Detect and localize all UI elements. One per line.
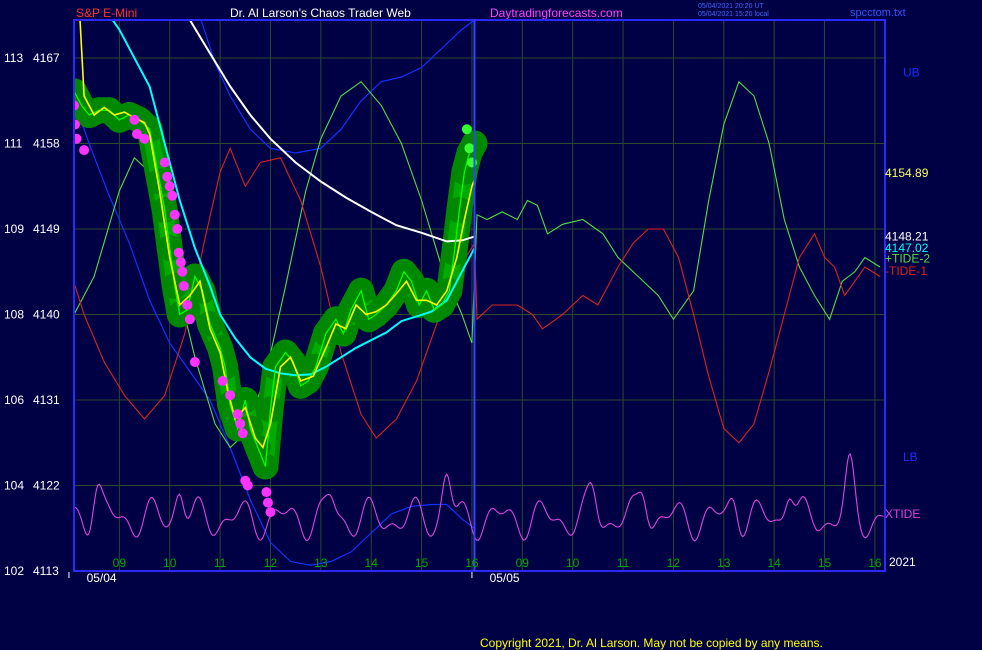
top-marker-0 bbox=[461, 124, 472, 135]
pivot-marker-8 bbox=[162, 171, 173, 182]
x-tick-label-0: 09 bbox=[113, 556, 127, 570]
x-tick-label-4: 13 bbox=[314, 556, 328, 570]
x-tick-label-6: 15 bbox=[415, 556, 429, 570]
pivot-marker-23 bbox=[235, 418, 246, 429]
y-tick-price-1: 4158 bbox=[33, 137, 60, 151]
date-label-1: 05/05 bbox=[490, 571, 520, 585]
y-tick-price-2: 4149 bbox=[33, 222, 60, 236]
pivot-marker-6 bbox=[139, 133, 150, 144]
xtide-label: XTIDE bbox=[885, 507, 920, 521]
year-label: 2021 bbox=[889, 555, 916, 569]
y-tick-index-3: 108 bbox=[4, 308, 24, 322]
x-tick-label-1: 10 bbox=[163, 556, 177, 570]
date-label-0: 05/04 bbox=[87, 571, 117, 585]
price-label: 4154.89 bbox=[885, 166, 929, 180]
pivot-marker-3 bbox=[79, 145, 90, 156]
pivot-marker-7 bbox=[159, 157, 170, 168]
y-tick-index-4: 106 bbox=[4, 393, 24, 407]
pivot-marker-27 bbox=[261, 487, 272, 498]
pivot-marker-14 bbox=[175, 257, 186, 268]
pivot-marker-28 bbox=[262, 497, 273, 508]
x-tick-label-11: 12 bbox=[667, 556, 681, 570]
y-tick-index-1: 111 bbox=[4, 137, 23, 151]
pivot-marker-29 bbox=[265, 507, 276, 518]
x-tick-label-13: 14 bbox=[768, 556, 782, 570]
y-tick-price-0: 4167 bbox=[33, 51, 60, 65]
pivot-marker-13 bbox=[173, 247, 184, 258]
instrument-title: S&P E-Mini bbox=[76, 6, 137, 20]
y-tick-index-5: 104 bbox=[4, 479, 24, 493]
y-tick-price-6: 4113 bbox=[33, 564, 59, 578]
x-tick-label-2: 11 bbox=[214, 556, 227, 570]
top-marker-1 bbox=[464, 143, 475, 154]
data-file-name: spcctom.txt bbox=[850, 7, 906, 19]
author-title: Dr. Al Larson's Chaos Trader Web bbox=[230, 6, 411, 20]
x-tick-label-15: 16 bbox=[868, 556, 882, 570]
pivot-marker-10 bbox=[167, 190, 178, 201]
pivot-marker-17 bbox=[182, 300, 193, 310]
y-tick-index-6: 102 bbox=[4, 564, 24, 578]
x-tick-label-9: 10 bbox=[566, 556, 580, 570]
pivot-marker-12 bbox=[172, 224, 183, 234]
pivot-marker-18 bbox=[184, 314, 195, 325]
x-tick-label-10: 11 bbox=[617, 556, 630, 570]
upper-bound-label: UB bbox=[903, 65, 920, 79]
lower-bound-label: LB bbox=[903, 450, 918, 464]
pivot-marker-21 bbox=[225, 390, 236, 401]
x-tick-label-12: 13 bbox=[717, 556, 731, 570]
pivot-marker-11 bbox=[169, 209, 180, 220]
pivot-marker-16 bbox=[178, 281, 189, 291]
chaos-trader-chart: S&P E-Mini Dr. Al Larson's Chaos Trader … bbox=[0, 0, 982, 650]
y-tick-price-5: 4122 bbox=[33, 479, 60, 493]
x-tick-label-14: 15 bbox=[818, 556, 832, 570]
x-tick-label-8: 09 bbox=[516, 556, 530, 570]
y-tick-price-4: 4131 bbox=[33, 393, 60, 407]
site-link[interactable]: Daytradingforecasts.com bbox=[490, 6, 623, 20]
pivot-marker-15 bbox=[177, 266, 188, 277]
pivot-marker-26 bbox=[242, 480, 253, 491]
chart-background bbox=[0, 0, 982, 650]
x-tick-label-3: 12 bbox=[264, 556, 278, 570]
x-tick-label-5: 14 bbox=[365, 556, 379, 570]
pivot-marker-24 bbox=[237, 428, 248, 439]
pivot-marker-9 bbox=[164, 181, 175, 192]
pivot-marker-19 bbox=[189, 357, 200, 367]
y-tick-index-0: 113 bbox=[4, 51, 23, 65]
x-tick-label-7: 16 bbox=[465, 556, 479, 570]
timestamp-ut: 05/04/2021 20:20 UT bbox=[698, 3, 764, 10]
y-tick-index-2: 109 bbox=[4, 222, 24, 236]
tide-minus-label: -TIDE-1 bbox=[885, 264, 927, 278]
timestamp-local: 05/04/2021 15:20 local bbox=[698, 11, 769, 18]
pivot-marker-4 bbox=[129, 114, 140, 125]
copyright-text: Copyright 2021, Dr. Al Larson. May not b… bbox=[480, 636, 823, 650]
pivot-marker-22 bbox=[232, 409, 243, 420]
pivot-marker-20 bbox=[217, 376, 228, 386]
y-tick-price-3: 4140 bbox=[33, 308, 60, 322]
